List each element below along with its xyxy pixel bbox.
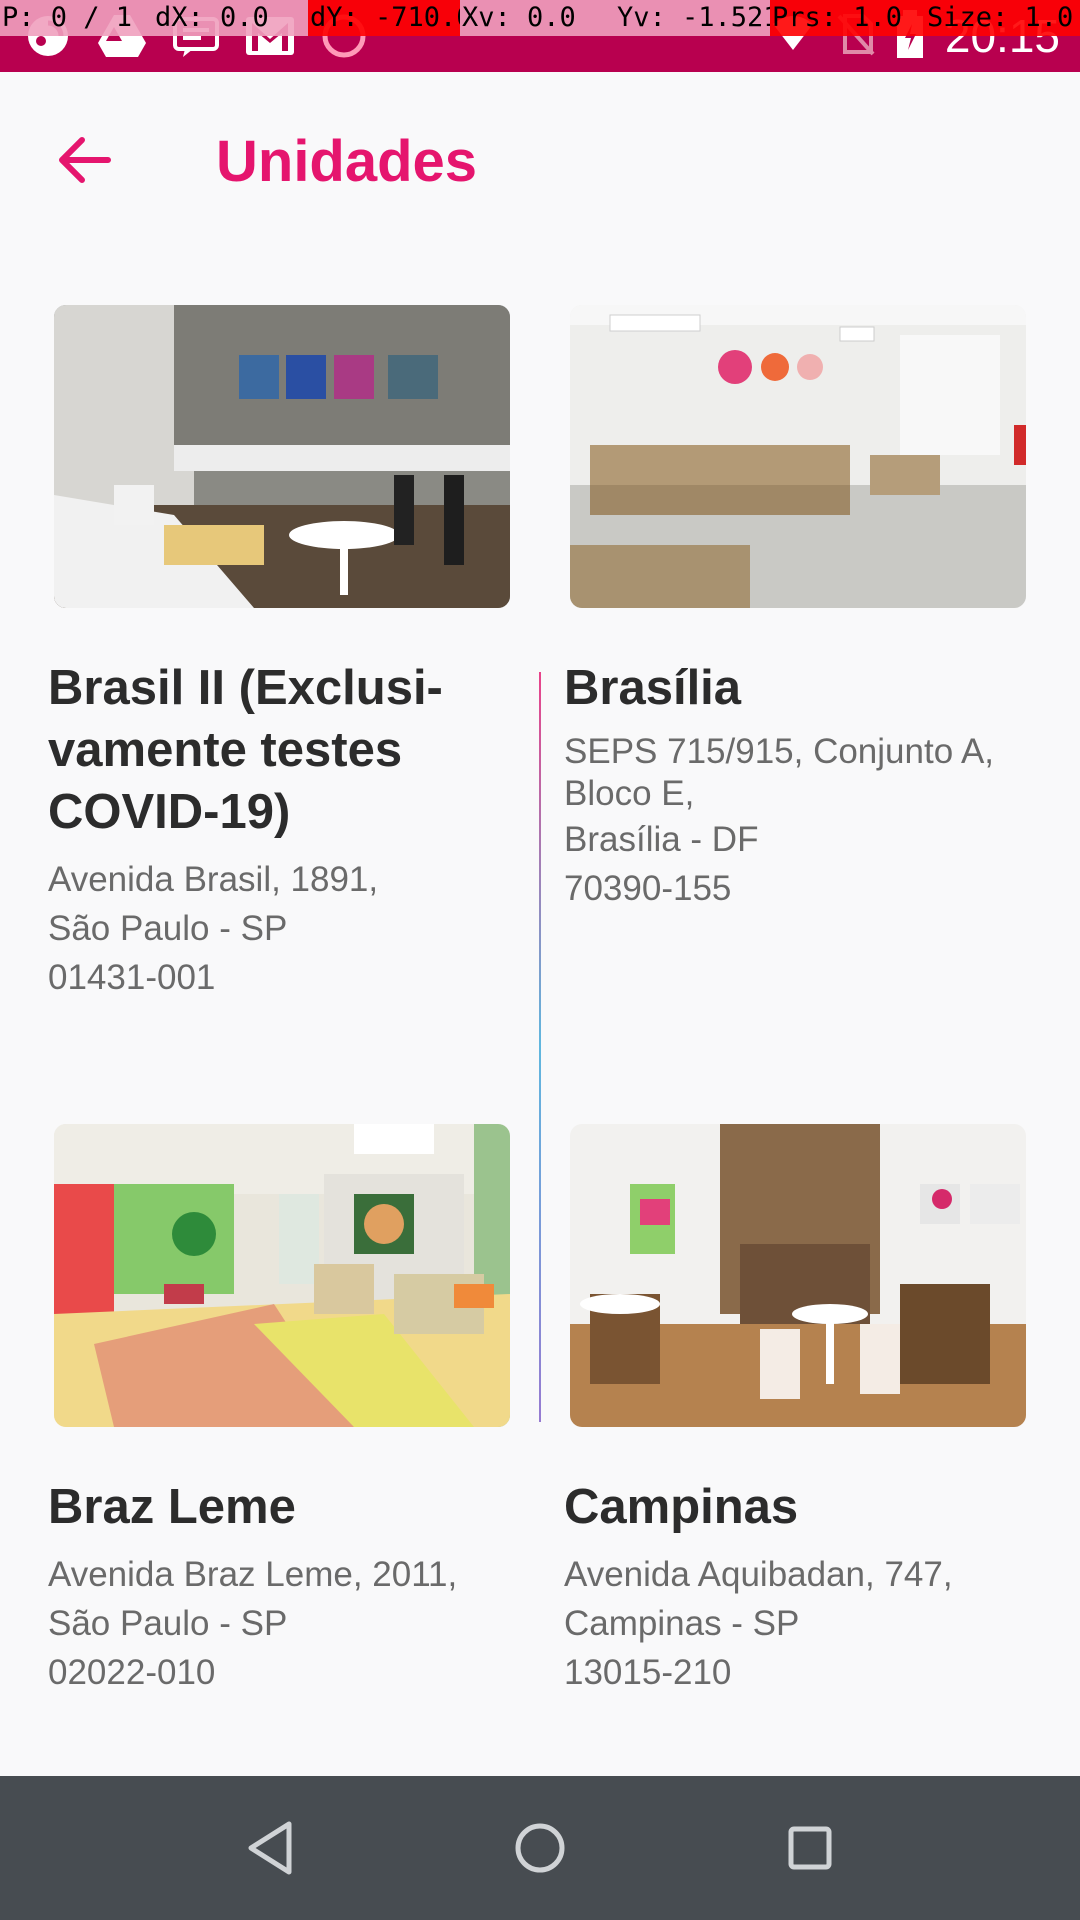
page-title: Unidades	[216, 129, 478, 194]
unit-address: SEPS 715/915, Conjunto A, Bloco E, Brasí…	[564, 731, 1014, 913]
overlay-yv: Yv: -1.521	[615, 0, 770, 36]
address-line: Avenida Braz Leme, 2011,	[48, 1555, 458, 1594]
unit-photo	[54, 305, 510, 608]
unit-photo	[570, 305, 1026, 608]
nav-recents-icon	[788, 1826, 832, 1870]
address-zip: 13015-210	[564, 1653, 732, 1692]
overlay-dy: dY: -710.0	[308, 0, 460, 36]
unit-address: Avenida Aquibadan, 747, Campinas - SP 13…	[564, 1550, 1014, 1697]
overlay-dx: dX: 0.0	[153, 0, 308, 36]
overlay-xv: Xv: 0.0	[460, 0, 615, 36]
nav-recents-button[interactable]	[768, 1806, 852, 1890]
address-city: São Paulo - SP	[48, 1604, 288, 1643]
app-bar: Unidades	[0, 72, 1080, 242]
address-line: Avenida Brasil, 1891,	[48, 860, 379, 899]
nav-home-button[interactable]	[498, 1806, 582, 1890]
unit-photo	[570, 1124, 1026, 1427]
address-city: Brasília - DF	[564, 820, 759, 859]
nav-home-icon	[515, 1823, 565, 1873]
overlay-pressure: Prs: 1.0	[770, 0, 925, 36]
unit-address: Avenida Braz Leme, 2011, São Paulo - SP …	[48, 1550, 478, 1697]
pointer-location-overlay: P: 0 / 1 dX: 0.0 dY: -710.0 Xv: 0.0 Yv: …	[0, 0, 1080, 36]
unit-name: Brasil II (Exclusi-vamente testes COVID-…	[48, 661, 443, 839]
address-zip: 02022-010	[48, 1653, 216, 1692]
address-city: São Paulo - SP	[48, 909, 288, 948]
overlay-pointer-count: P: 0 / 1	[0, 0, 153, 36]
unit-name: Braz Leme	[48, 1480, 296, 1534]
unit-photo	[54, 1124, 510, 1427]
address-line: Avenida Aquibadan, 747,	[564, 1555, 953, 1594]
column-divider	[539, 672, 541, 1422]
unit-name: Brasília	[564, 661, 742, 715]
nav-back-button[interactable]	[228, 1806, 312, 1890]
back-button[interactable]	[48, 124, 120, 196]
navigation-bar	[0, 1776, 1080, 1920]
unit-address: Avenida Brasil, 1891, São Paulo - SP 014…	[48, 855, 478, 1002]
nav-back-icon	[248, 1821, 292, 1875]
arrow-left-icon	[59, 137, 111, 183]
address-city: Campinas - SP	[564, 1604, 800, 1643]
address-line: SEPS 715/915, Conjunto A, Bloco E,	[564, 732, 995, 813]
address-zip: 01431-001	[48, 958, 216, 997]
overlay-size: Size: 1.0	[925, 0, 1080, 36]
unit-name: Campinas	[564, 1480, 799, 1534]
address-zip: 70390-155	[564, 869, 732, 908]
